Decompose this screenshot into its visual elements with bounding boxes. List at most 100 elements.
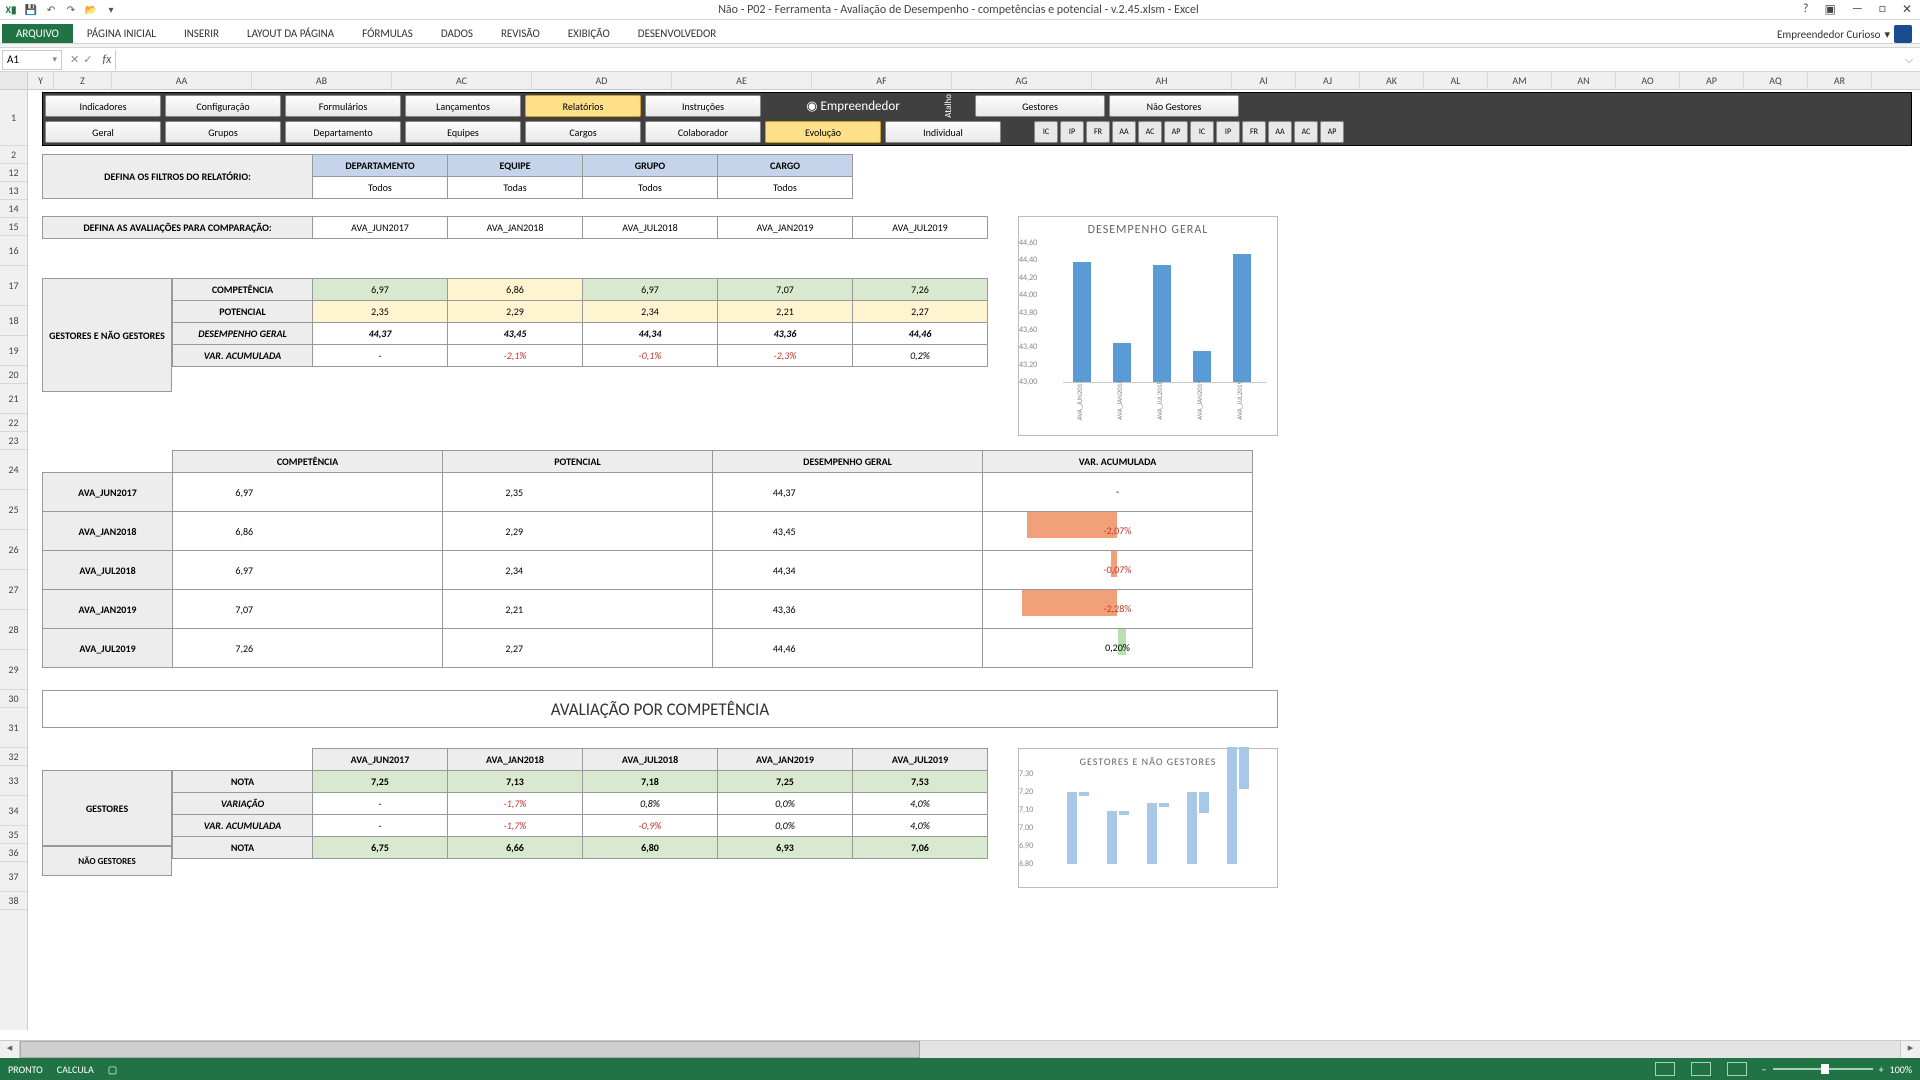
col-AN[interactable]: AN: [1552, 72, 1616, 89]
col-Z[interactable]: Z: [54, 72, 112, 89]
row-14[interactable]: 14: [0, 200, 27, 218]
col-AK[interactable]: AK: [1360, 72, 1424, 89]
row-29[interactable]: 29: [0, 650, 27, 690]
col-Y[interactable]: Y: [28, 72, 54, 89]
row-16[interactable]: 16: [0, 236, 27, 266]
subnav-grupos[interactable]: Grupos: [165, 121, 281, 143]
tab-data[interactable]: DADOS: [427, 24, 487, 43]
name-box[interactable]: A1▾: [2, 50, 62, 70]
row-17[interactable]: 17: [0, 266, 27, 306]
mini-10-AC[interactable]: AC: [1294, 121, 1318, 143]
row-28[interactable]: 28: [0, 610, 27, 650]
row-18[interactable]: 18: [0, 306, 27, 336]
col-AO[interactable]: AO: [1616, 72, 1680, 89]
tab-formulas[interactable]: FÓRMULAS: [348, 24, 427, 43]
subnav-geral[interactable]: Geral: [45, 121, 161, 143]
col-AF[interactable]: AF: [812, 72, 952, 89]
sheet-nav-last-icon[interactable]: ▸: [1900, 1041, 1920, 1058]
mini-1-IP[interactable]: IP: [1060, 121, 1084, 143]
user-account[interactable]: Empreendedor Curioso▾: [1777, 25, 1920, 43]
horizontal-scrollbar[interactable]: ◂ ▸: [0, 1040, 1920, 1058]
row-33[interactable]: 33: [0, 766, 27, 796]
row-32[interactable]: 32: [0, 748, 27, 766]
subnav-departamento[interactable]: Departamento: [285, 121, 401, 143]
sheet-nav-first-icon[interactable]: ◂: [0, 1041, 20, 1058]
row-15[interactable]: 15: [0, 218, 27, 236]
row-26[interactable]: 26: [0, 530, 27, 570]
col-AJ[interactable]: AJ: [1296, 72, 1360, 89]
mini-0-IC[interactable]: IC: [1034, 121, 1058, 143]
nav-gestores[interactable]: Gestores: [975, 95, 1105, 117]
row-30[interactable]: 30: [0, 690, 27, 708]
row-25[interactable]: 25: [0, 490, 27, 530]
fx-icon[interactable]: fx: [98, 53, 115, 67]
redo-icon[interactable]: ↷: [64, 3, 78, 17]
col-AM[interactable]: AM: [1488, 72, 1552, 89]
maximize-icon[interactable]: □: [1875, 2, 1890, 17]
row-19[interactable]: 19: [0, 336, 27, 366]
nav-não-gestores[interactable]: Não Gestores: [1109, 95, 1239, 117]
mini-4-AC[interactable]: AC: [1138, 121, 1162, 143]
macro-record-icon[interactable]: ▢: [108, 1063, 117, 1076]
row-22[interactable]: 22: [0, 414, 27, 432]
mini-5-AP[interactable]: AP: [1164, 121, 1188, 143]
col-AH[interactable]: AH: [1092, 72, 1232, 89]
formula-input[interactable]: [115, 50, 1898, 70]
subnav-equipes[interactable]: Equipes: [405, 121, 521, 143]
chart-gestores[interactable]: GESTORES E NÃO GESTORES 7,307,207,107,00…: [1018, 748, 1278, 888]
row-12[interactable]: 12: [0, 164, 27, 182]
minimize-icon[interactable]: —: [1848, 2, 1867, 17]
filter-team[interactable]: Todas: [448, 177, 583, 199]
view-normal-icon[interactable]: [1655, 1062, 1675, 1076]
col-AE[interactable]: AE: [672, 72, 812, 89]
zoom-in-icon[interactable]: +: [1879, 1063, 1884, 1076]
row-24[interactable]: 24: [0, 450, 27, 490]
save-icon[interactable]: 💾: [24, 3, 38, 17]
row-36[interactable]: 36: [0, 844, 27, 862]
compare-p0[interactable]: AVA_JUN2017: [313, 217, 448, 239]
nav-lançamentos[interactable]: Lançamentos: [405, 95, 521, 117]
row-37[interactable]: 37: [0, 862, 27, 892]
tab-view[interactable]: EXIBIÇÃO: [554, 24, 624, 43]
nav-configuração[interactable]: Configuração: [165, 95, 281, 117]
row-34[interactable]: 34: [0, 796, 27, 826]
filter-dept[interactable]: Todos: [313, 177, 448, 199]
filter-group[interactable]: Todos: [583, 177, 718, 199]
col-AG[interactable]: AG: [952, 72, 1092, 89]
close-icon[interactable]: ✕: [1898, 2, 1916, 17]
compare-p3[interactable]: AVA_JAN2019: [718, 217, 853, 239]
row-31[interactable]: 31: [0, 708, 27, 748]
mini-8-FR[interactable]: FR: [1242, 121, 1266, 143]
undo-icon[interactable]: ↶: [44, 3, 58, 17]
tab-review[interactable]: REVISÃO: [487, 24, 554, 43]
filter-role[interactable]: Todos: [718, 177, 853, 199]
compare-p4[interactable]: AVA_JUL2019: [853, 217, 988, 239]
mini-2-FR[interactable]: FR: [1086, 121, 1110, 143]
col-AP[interactable]: AP: [1680, 72, 1744, 89]
zoom-out-icon[interactable]: −: [1762, 1063, 1767, 1076]
row-21[interactable]: 21: [0, 384, 27, 414]
cancel-formula-icon[interactable]: ✕: [70, 53, 79, 66]
zoom-slider[interactable]: [1773, 1068, 1873, 1070]
subnav-colaborador[interactable]: Colaborador: [645, 121, 761, 143]
mini-11-AP[interactable]: AP: [1320, 121, 1344, 143]
row-23[interactable]: 23: [0, 432, 27, 450]
row-1[interactable]: 1: [0, 90, 27, 146]
subnav-individual[interactable]: Individual: [885, 121, 1001, 143]
select-all[interactable]: [0, 72, 28, 89]
tab-layout[interactable]: LAYOUT DA PÁGINA: [233, 24, 348, 43]
zoom-level[interactable]: 100%: [1890, 1063, 1912, 1076]
row-13[interactable]: 13: [0, 182, 27, 200]
compare-p2[interactable]: AVA_JUL2018: [583, 217, 718, 239]
nav-relatórios[interactable]: Relatórios: [525, 95, 641, 117]
chart-desempenho-geral[interactable]: DESEMPENHO GERAL 44,6044,4044,2044,0043,…: [1018, 216, 1278, 436]
col-AI[interactable]: AI: [1232, 72, 1296, 89]
mini-9-AA[interactable]: AA: [1268, 121, 1292, 143]
enter-formula-icon[interactable]: ✓: [83, 53, 92, 66]
open-icon[interactable]: 📂: [84, 3, 98, 17]
view-layout-icon[interactable]: [1691, 1062, 1711, 1076]
nav-instruções[interactable]: Instruções: [645, 95, 761, 117]
mini-6-IC[interactable]: IC: [1190, 121, 1214, 143]
expand-formula-icon[interactable]: ⌵: [1898, 53, 1920, 67]
subnav-evolução[interactable]: Evolução: [765, 121, 881, 143]
